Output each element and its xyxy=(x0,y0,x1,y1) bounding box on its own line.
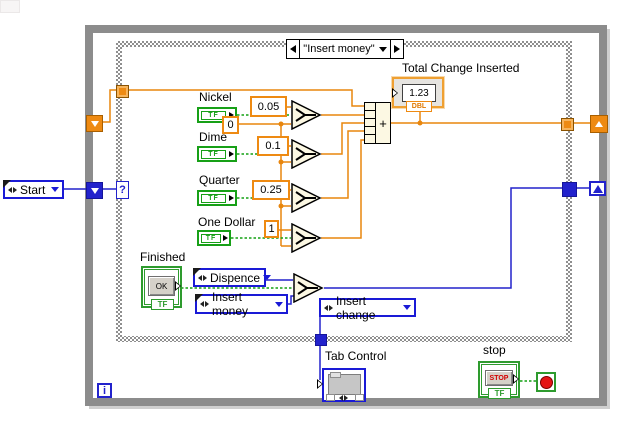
constant-text: 1 xyxy=(268,223,274,235)
start-enum-value: Start xyxy=(20,183,45,197)
output-nub-icon xyxy=(229,195,234,201)
output-nub-icon xyxy=(223,235,228,241)
tf-glyph: TF xyxy=(488,388,511,399)
stop-button-face[interactable]: STOP xyxy=(485,370,513,386)
question-mark-icon: ? xyxy=(119,184,126,196)
prev-arrow-icon xyxy=(290,45,296,53)
select-node-quarter[interactable] xyxy=(291,183,322,213)
shift-register-left-orange[interactable] xyxy=(86,115,103,132)
tf-glyph: TF xyxy=(151,299,174,310)
tunnel-orange-left[interactable] xyxy=(116,85,129,98)
dispense-enum-constant[interactable]: Dispence xyxy=(193,268,266,287)
dropdown-icon[interactable] xyxy=(51,187,59,192)
next-arrow-icon xyxy=(394,45,400,53)
input-nub-icon xyxy=(317,379,323,389)
case-prev-button[interactable] xyxy=(287,40,300,58)
ok-button-face[interactable]: OK xyxy=(148,276,175,296)
stop-label: stop xyxy=(483,344,506,357)
tunnel-orange-right[interactable] xyxy=(561,118,574,131)
loop-condition-terminal[interactable] xyxy=(536,372,556,392)
window-artifact xyxy=(0,0,20,13)
label-fold-icon xyxy=(3,180,11,188)
indicator-value: 1.23 xyxy=(402,84,436,102)
insert-money-enum-value: Insert money xyxy=(212,290,272,318)
shift-register-up-icon xyxy=(593,185,603,193)
dime-label: Dime xyxy=(199,131,227,144)
one-dollar-value-constant[interactable]: 1 xyxy=(264,220,279,238)
output-nub-icon xyxy=(175,281,181,291)
tunnel-blue-bottom[interactable] xyxy=(315,334,327,346)
dropdown-icon[interactable] xyxy=(403,305,411,310)
label-fold-icon xyxy=(195,294,203,302)
tf-glyph: TF xyxy=(201,150,226,159)
tab-widget-icon xyxy=(328,374,361,395)
insert-change-enum-value: Insert change xyxy=(336,294,400,322)
label-fold-icon xyxy=(193,268,201,276)
input-nub-icon xyxy=(392,88,398,98)
stop-sign-icon xyxy=(540,376,553,389)
constant-text: 0.1 xyxy=(265,140,280,152)
tab-corner-box xyxy=(326,394,335,401)
dbl-type-tag: DBL xyxy=(406,101,432,112)
constant-text: 0 xyxy=(227,119,233,131)
labview-block-diagram: "Insert money" ? i Start Nickel TF 0.05 … xyxy=(0,0,627,422)
output-nub-icon xyxy=(513,374,519,384)
plus-icon: + xyxy=(376,103,390,143)
one-dollar-boolean-terminal[interactable]: TF xyxy=(197,230,231,246)
tab-control-label: Tab Control xyxy=(325,350,386,363)
case-next-button[interactable] xyxy=(390,40,403,58)
dispense-enum-value: Dispence xyxy=(210,271,260,285)
tf-glyph: TF xyxy=(201,194,226,203)
select-node-one-dollar[interactable] xyxy=(291,223,322,253)
total-change-indicator[interactable]: 1.23 DBL xyxy=(392,77,444,108)
iteration-terminal[interactable]: i xyxy=(97,383,112,398)
case-selector-label[interactable]: "Insert money" xyxy=(286,39,404,59)
case-dropdown-icon[interactable] xyxy=(379,47,387,52)
select-node-dime[interactable] xyxy=(291,139,322,169)
nickel-value-constant[interactable]: 0.05 xyxy=(250,96,287,117)
output-nub-icon xyxy=(229,151,234,157)
add-input-column xyxy=(365,103,376,143)
constant-text: 0.05 xyxy=(258,101,279,113)
iteration-i-icon: i xyxy=(103,385,106,397)
enum-spinner-icon[interactable] xyxy=(324,305,333,311)
insert-change-enum-constant[interactable]: Insert change xyxy=(319,298,416,317)
tab-control-terminal[interactable] xyxy=(322,368,366,402)
constant-text: 0.25 xyxy=(260,184,281,196)
loop-shadow-bottom xyxy=(89,406,610,409)
tab-corner-box xyxy=(355,394,364,401)
one-dollar-label: One Dollar xyxy=(198,216,255,229)
dropdown-icon[interactable] xyxy=(263,275,271,280)
compound-add-node[interactable]: + xyxy=(364,102,391,144)
quarter-value-constant[interactable]: 0.25 xyxy=(252,180,290,200)
shift-register-right-orange[interactable] xyxy=(590,115,608,133)
shift-register-up-icon xyxy=(595,121,603,127)
stop-button[interactable]: STOP TF xyxy=(478,361,520,398)
nickel-label: Nickel xyxy=(199,91,232,104)
shift-register-right-blue[interactable] xyxy=(589,181,606,196)
shift-register-down-icon xyxy=(91,188,99,194)
dropdown-icon[interactable] xyxy=(275,302,283,307)
loop-shadow-right xyxy=(607,29,610,409)
tunnel-blue-right[interactable] xyxy=(562,182,577,197)
start-enum-constant[interactable]: Start xyxy=(3,180,64,199)
tf-glyph: TF xyxy=(201,234,221,243)
quarter-label: Quarter xyxy=(199,174,240,187)
finished-button[interactable]: OK TF xyxy=(141,266,182,308)
shift-register-left-blue[interactable] xyxy=(86,182,103,199)
shift-register-down-icon xyxy=(91,121,99,127)
finished-label: Finished xyxy=(140,251,185,264)
select-node-nickel[interactable] xyxy=(291,100,322,130)
dime-boolean-terminal[interactable]: TF xyxy=(197,146,237,162)
insert-money-enum-constant[interactable]: Insert money xyxy=(195,294,288,314)
tab-spinner-icon xyxy=(339,395,348,401)
case-selector-terminal[interactable]: ? xyxy=(116,181,129,199)
case-name-text: "Insert money" xyxy=(303,43,374,55)
dime-value-constant[interactable]: 0.1 xyxy=(257,136,289,156)
quarter-boolean-terminal[interactable]: TF xyxy=(197,190,237,206)
total-change-label: Total Change Inserted xyxy=(402,62,519,75)
case-name[interactable]: "Insert money" xyxy=(300,40,390,58)
